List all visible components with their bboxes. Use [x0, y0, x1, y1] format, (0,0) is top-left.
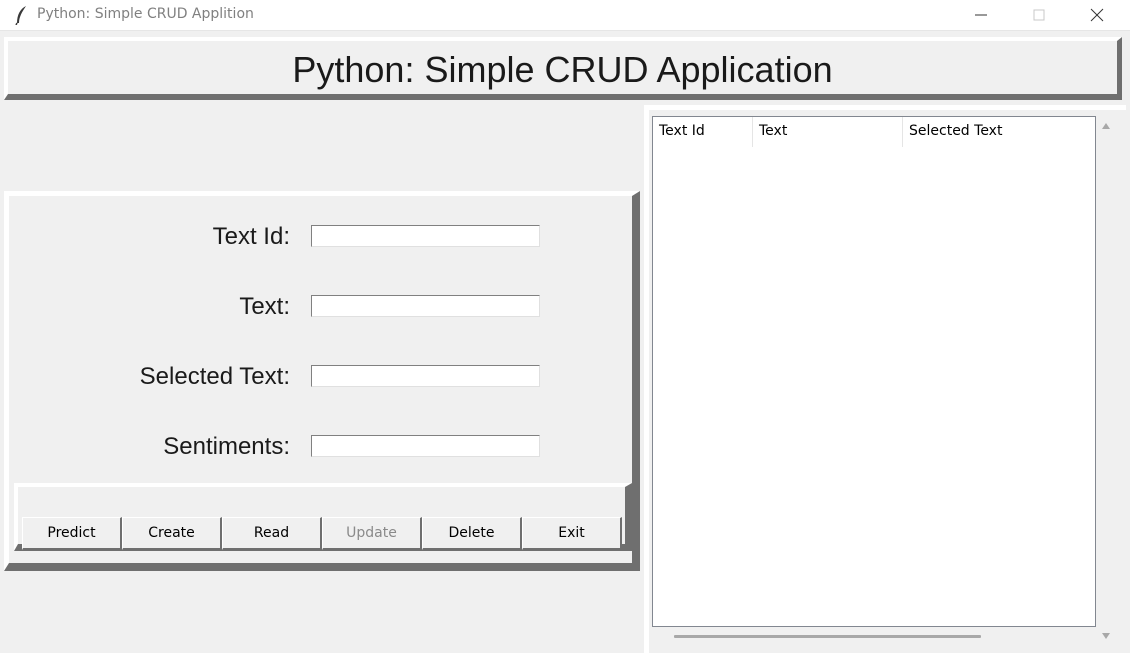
- scroll-down-arrow-icon[interactable]: [1101, 632, 1111, 640]
- vertical-scrollbar[interactable]: [1096, 116, 1116, 648]
- minimize-button[interactable]: [952, 0, 1010, 30]
- text-id-label: Text Id:: [212, 223, 290, 250]
- sentiments-label: Sentiments:: [163, 433, 290, 460]
- header-panel: Python: Simple CRUD Application: [4, 37, 1122, 100]
- close-icon: [1090, 8, 1104, 22]
- horizontal-scrollbar[interactable]: [652, 627, 1096, 647]
- records-table[interactable]: Text Id Text Selected Text: [652, 116, 1096, 627]
- window-title: Python: Simple CRUD Applition: [37, 6, 254, 22]
- text-input[interactable]: [311, 295, 540, 317]
- column-header-text[interactable]: Text: [753, 117, 903, 147]
- sentiments-input[interactable]: [311, 435, 540, 457]
- horizontal-scroll-thumb[interactable]: [674, 635, 981, 638]
- selected-text-label: Selected Text:: [139, 363, 290, 390]
- page-title: Python: Simple CRUD Application: [292, 49, 833, 90]
- read-button[interactable]: Read: [222, 517, 322, 550]
- scroll-up-arrow-icon[interactable]: [1101, 122, 1111, 130]
- column-header-text-id[interactable]: Text Id: [653, 117, 753, 147]
- text-label: Text:: [239, 293, 290, 320]
- column-header-selected-text[interactable]: Selected Text: [903, 117, 1095, 147]
- delete-button[interactable]: Delete: [422, 517, 522, 550]
- window-title-bar: Python: Simple CRUD Applition: [0, 0, 1130, 31]
- predict-button[interactable]: Predict: [22, 517, 122, 550]
- close-button[interactable]: [1068, 0, 1126, 30]
- exit-button[interactable]: Exit: [522, 517, 622, 550]
- update-button[interactable]: Update: [322, 517, 422, 550]
- feather-icon: [14, 5, 30, 26]
- minimize-icon: [975, 14, 987, 16]
- maximize-button[interactable]: [1010, 0, 1068, 30]
- selected-text-input[interactable]: [311, 365, 540, 387]
- text-id-input[interactable]: [311, 225, 540, 247]
- maximize-icon: [1033, 9, 1045, 21]
- create-button[interactable]: Create: [122, 517, 222, 550]
